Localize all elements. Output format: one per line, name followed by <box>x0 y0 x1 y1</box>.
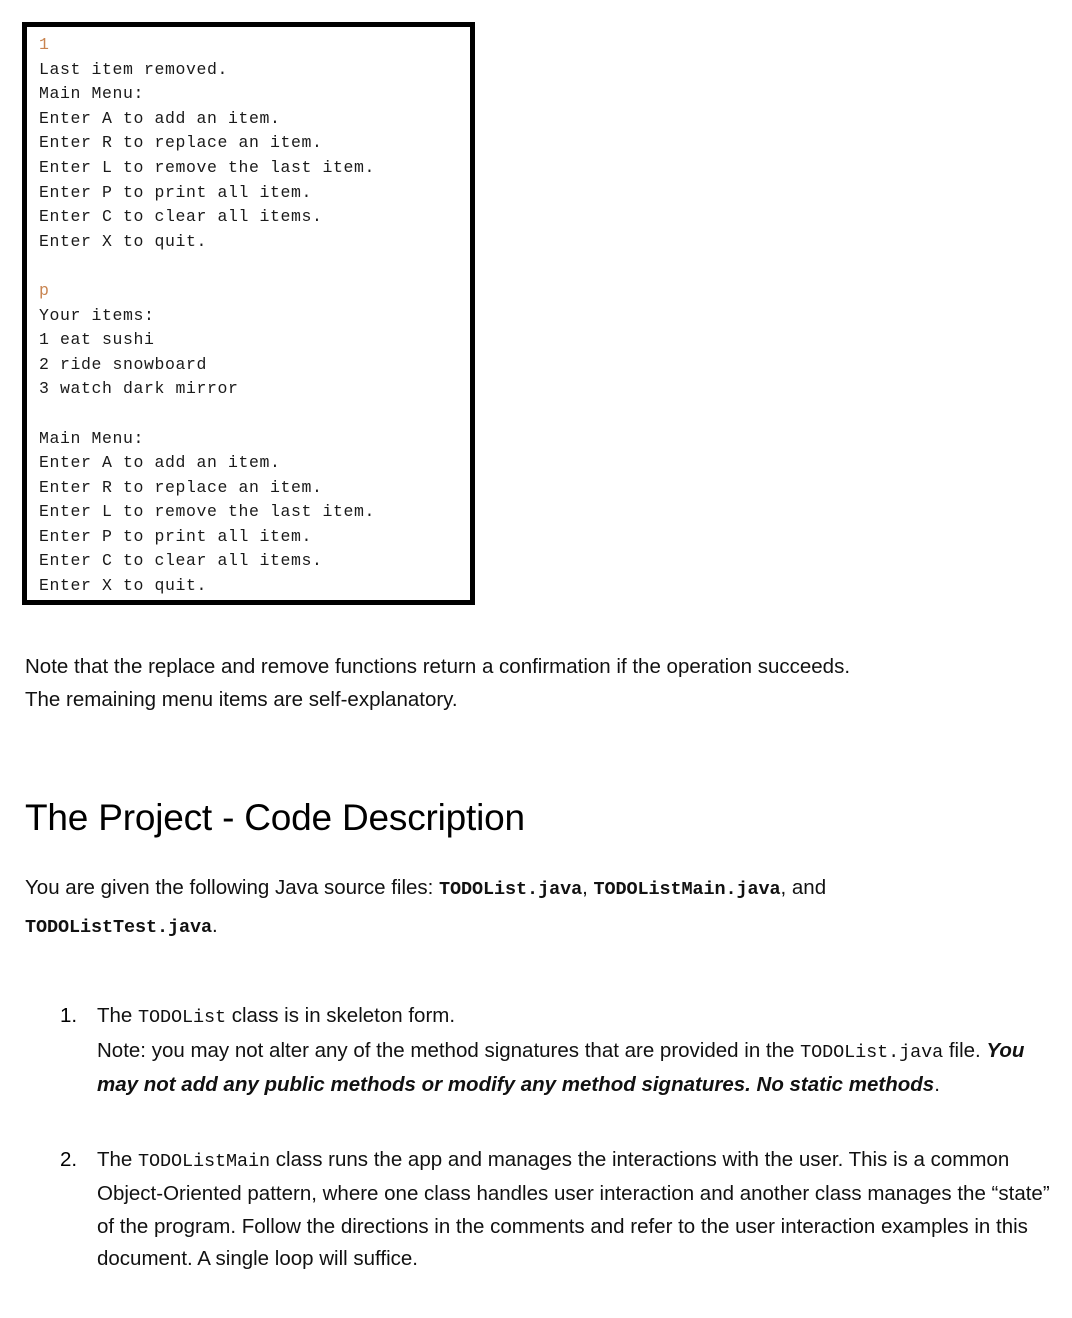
filename-todolist: TODOList.java <box>439 879 583 900</box>
files-separator: , and <box>780 876 827 899</box>
console-line: Enter R to replace an item. <box>39 477 323 497</box>
item1-note-text: Note: you may not alter any of the metho… <box>97 1038 801 1062</box>
console-line: Main Menu: <box>39 428 145 448</box>
console-line: Enter C to clear all items. <box>39 551 323 571</box>
list-item-body: The TODOListMain class runs the app and … <box>97 1144 1060 1276</box>
document-page: 1 Last item removed. Main Menu: Enter A … <box>0 0 1072 1318</box>
console-line: Main Menu: <box>39 84 145 104</box>
item2-text-a: The <box>97 1147 139 1171</box>
files-lead-text: You are given the following Java source … <box>25 876 440 899</box>
console-line: 1 eat sushi <box>39 330 155 350</box>
code-todolistmain: TODOListMain <box>138 1150 271 1172</box>
item1-text-d: . <box>934 1073 940 1096</box>
console-output-lines: 1 Last item removed. Main Menu: Enter A … <box>27 27 470 599</box>
console-line-input: p <box>39 280 50 300</box>
item1-text-c: file. <box>943 1038 987 1062</box>
console-line: 3 watch dark mirror <box>39 379 239 399</box>
filename-todolisttest: TODOListTest.java <box>25 917 213 938</box>
console-line: Enter C to clear all items. <box>39 207 323 227</box>
console-line: Last item removed. <box>39 59 229 79</box>
console-line: Enter P to print all item. <box>39 182 313 202</box>
files-separator: , <box>582 876 594 899</box>
console-line: Enter L to remove the last item. <box>39 157 376 177</box>
console-line: Enter P to print all item. <box>39 526 313 546</box>
console-line: 2 ride snowboard <box>39 354 208 374</box>
list-item: 1. The TODOList class is in skeleton for… <box>25 1000 1060 1102</box>
files-trailing-text: . <box>212 914 218 937</box>
console-line: Enter A to add an item. <box>39 108 281 128</box>
console-line: Enter X to quit. <box>39 576 208 596</box>
source-files-paragraph: You are given the following Java source … <box>25 870 1045 946</box>
item1-text-b: class is in skeleton form. <box>226 1004 456 1027</box>
console-line: Your items: <box>39 305 155 325</box>
list-item-marker: 1. <box>60 1004 78 1027</box>
console-line: Enter R to replace an item. <box>39 133 323 153</box>
list-item-body: The TODOList class is in skeleton form. … <box>97 1000 1060 1102</box>
note-line-2: The remaining menu items are self-explan… <box>25 688 458 711</box>
filename-todolistmain: TODOListMain.java <box>593 879 781 900</box>
console-line-input: 1 <box>39 35 50 54</box>
item1-text-a: The <box>97 1004 139 1027</box>
console-line: Enter X to quit. <box>39 231 208 251</box>
console-output-box: 1 Last item removed. Main Menu: Enter A … <box>22 22 475 605</box>
list-item: 2. The TODOListMain class runs the app a… <box>25 1144 1060 1276</box>
console-line: Enter A to add an item. <box>39 453 281 473</box>
page-title: The Project - Code Description <box>25 797 525 838</box>
note-line-1: Note that the replace and remove functio… <box>25 655 851 678</box>
code-todolist-java: TODOList.java <box>800 1041 944 1063</box>
requirements-list: 1. The TODOList class is in skeleton for… <box>25 1000 1060 1302</box>
list-item-marker: 2. <box>60 1147 78 1171</box>
code-todolist: TODOList <box>138 1007 227 1028</box>
console-line: Enter L to remove the last item. <box>39 502 376 522</box>
note-paragraph: Note that the replace and remove functio… <box>25 650 1035 716</box>
